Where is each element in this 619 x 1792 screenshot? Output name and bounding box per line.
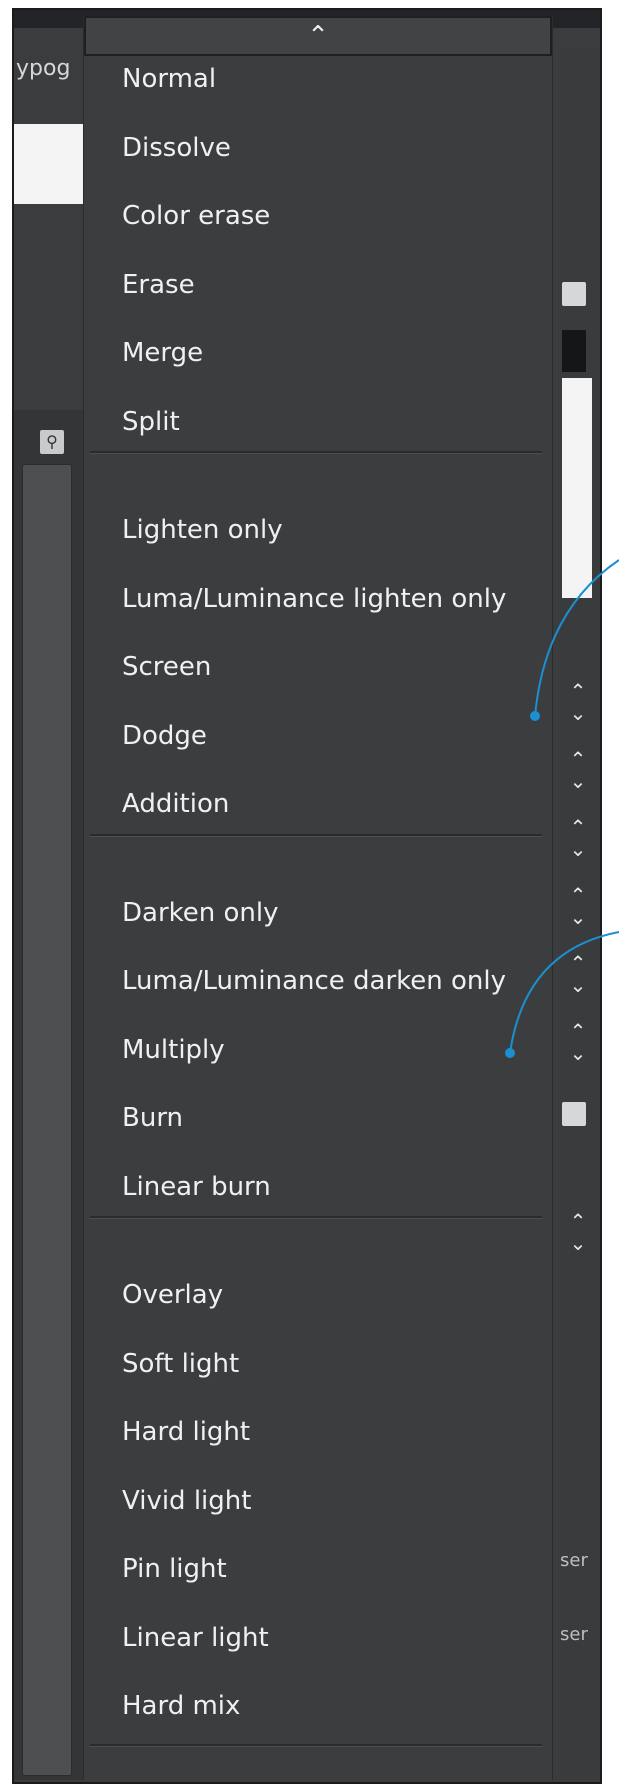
callout-dot-multiply [505, 1048, 515, 1058]
callout-line-multiply [509, 931, 619, 1054]
callout-line-screen [534, 559, 619, 717]
callout-dot-screen [530, 711, 540, 721]
callout-lines [505, 559, 619, 1058]
